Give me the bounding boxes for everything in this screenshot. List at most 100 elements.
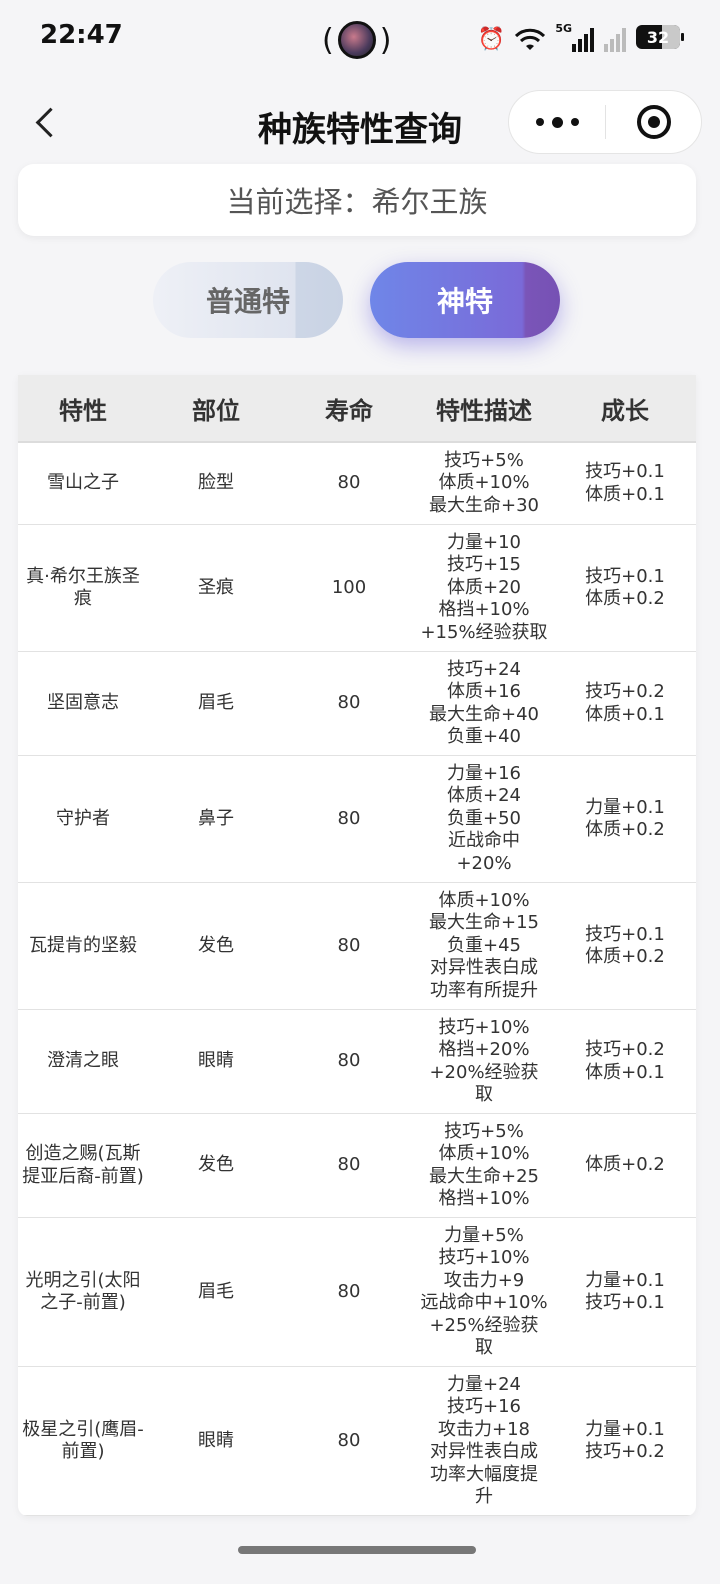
current-selection: 当前选择： 希尔王族 [18,164,696,236]
cell-growth: 技巧+0.2 体质+0.1 [554,1010,696,1113]
table-row[interactable]: 创造之赐(瓦斯提亚后裔-前置) 发色 80 技巧+5% 体质+10% 最大生命+25 格挡+… [18,1114,696,1218]
table-body: 雪山之子 脸型 80 技巧+5% 体质+10% 最大生命+30 技巧+0.1 体质+0.1 真·… [18,443,696,1516]
growth-line: 体质+0.2 [585,819,665,840]
more-button[interactable] [509,91,605,153]
dot-icon [570,118,579,126]
growth-line: 体质+0.1 [585,1061,665,1083]
table-row[interactable]: 光明之引(太阳之子-前置) 眉毛 80 力量+5% 技巧+10% 攻击力+9 远战命中+10… [18,1218,696,1367]
description-line: 力量+10 [447,531,521,553]
cell-description: 力量+24 技巧+16 攻击力+18 对异性表白成 功率大幅度提升 [414,1367,554,1515]
status-bar: 22:47 ( ) ⏰ 5G 32 [0,0,720,80]
growth-line: 力量+0.1 [585,1418,665,1440]
cell-part: 眉毛 [198,1280,234,1302]
table-row[interactable]: 澄清之眼 眼睛 80 技巧+10% 格挡+20% +20%经验获取技巧+0.2 体质+0.1 [18,1010,696,1114]
cell-trait-name: 创造之赐(瓦斯提亚后裔-前置) [22,1143,144,1187]
description-line: 技巧+16 [447,1396,521,1417]
cell-life: 80 [337,692,361,714]
cell-trait-name: 坚固意志 [47,692,119,714]
cell-part: 发色 [198,1154,234,1176]
growth-line: 技巧+0.1 [585,565,665,587]
growth-line: 技巧+0.1 [585,1292,665,1313]
status-time: 22:47 [40,20,123,50]
description-line: 技巧+10% [438,1016,530,1038]
cell-description: 技巧+5% 体质+10% 最大生命+25 格挡+10% [414,1114,554,1217]
description-line: 负重+50 [447,807,521,829]
description-line: 对异性表白成 [430,1441,538,1462]
table-row[interactable]: 坚固意志 眉毛 80 技巧+24 体质+16 最大生命+40 负重+40 技巧+0.2 体质+0… [18,652,696,756]
header-growth: 成长 [601,396,649,425]
signal-5g-icon: 5G [555,22,594,52]
cell-trait-name: 澄清之眼 [47,1050,119,1072]
home-indicator[interactable] [238,1546,476,1554]
wifi-icon [515,22,546,52]
description-line: 技巧+24 [447,658,521,680]
cell-life: 80 [337,934,361,956]
growth-line: 技巧+0.2 [585,1441,665,1462]
cell-trait-name: 真·希尔王族圣痕 [26,565,140,610]
description-line: 格挡+10% [438,1188,530,1209]
cell-growth: 技巧+0.1 体质+0.1 [554,443,696,524]
paren-left: ( [322,22,334,58]
table-row[interactable]: 极星之引(鹰眉-前置) 眼睛 80 力量+24 技巧+16 攻击力+18 对异性表白成 功率大… [18,1367,696,1516]
cell-part: 脸型 [198,472,234,494]
traits-table: 特性 部位 寿命 特性描述 成长 雪山之子 脸型 80 技巧+5% 体质+10% 最大生命… [18,375,696,1516]
tab-normal-trait[interactable]: 普通特 [153,262,343,338]
cell-life: 80 [337,1154,361,1176]
description-line: 远战命中+10% [420,1292,548,1313]
cell-part: 眼睛 [198,1429,234,1451]
growth-line: 体质+0.2 [585,588,665,609]
cell-description: 力量+10 技巧+15 体质+20 格挡+10% +15%经验获取 [414,525,554,651]
description-line: 技巧+5% [444,1120,524,1142]
growth-line: 体质+0.1 [585,703,665,725]
header-trait: 特性 [59,396,107,425]
description-line: 技巧+5% [444,449,524,471]
table-row[interactable]: 瓦提肯的坚毅 发色 80 体质+10% 最大生命+15 负重+45 对异性表白成 功率有所提升… [18,883,696,1010]
cell-growth: 技巧+0.1 体质+0.2 [554,525,696,651]
paren-right: ) [379,22,392,58]
cell-life: 80 [337,1280,361,1302]
description-line: 功率大幅度提 [430,1463,538,1485]
table-row[interactable]: 守护者 鼻子 80 力量+16 体质+24 负重+50 近战命中 +20% 力量+0.1 体质+0… [18,756,696,883]
signal-secondary-icon [604,22,626,52]
screen-recording-indicator: ( ) [322,18,391,62]
cell-growth: 技巧+0.2 体质+0.1 [554,652,696,755]
description-line: 力量+24 [447,1373,521,1395]
status-icons: ⏰ 5G 32 [478,22,684,52]
cell-part: 发色 [198,934,234,956]
description-line: 技巧+15 [447,554,521,576]
cell-description: 技巧+24 体质+16 最大生命+40 负重+40 [414,652,554,755]
dot-icon [535,118,544,126]
description-line: 格挡+10% [438,599,530,621]
description-line: 负重+45 [447,934,521,956]
cell-trait-name: 光明之引(太阳之子-前置) [25,1269,141,1314]
description-line: 最大生命+40 [429,703,539,725]
description-line: 升 [475,1486,493,1507]
description-line: +15%经验获取 [420,621,548,643]
description-line: +20%经验获 [429,1061,539,1083]
table-row[interactable]: 真·希尔王族圣痕 圣痕 100 力量+10 技巧+15 体质+20 格挡+10% +15%经验… [18,525,696,652]
description-line: 最大生命+30 [429,494,539,516]
description-line: 力量+16 [447,762,521,784]
description-line: 体质+24 [447,785,521,807]
cell-part: 鼻子 [198,807,234,829]
description-line: 体质+10% [438,472,530,494]
battery-icon: 32 [636,25,684,49]
cell-description: 体质+10% 最大生命+15 负重+45 对异性表白成 功率有所提升 [414,883,554,1009]
cell-trait-name: 雪山之子 [47,472,119,494]
description-line: 最大生命+15 [429,912,539,934]
tab-divine-trait[interactable]: 神特 [370,262,560,338]
nav-bar: 种族特性查询 [0,88,720,158]
cell-growth: 体质+0.2 [554,1114,696,1217]
selection-label: 当前选择： [226,185,372,219]
description-line: +20% [456,852,512,874]
close-miniprogram-button[interactable] [606,91,701,153]
cell-growth: 技巧+0.1 体质+0.2 [554,883,696,1009]
growth-line: 力量+0.1 [585,796,665,818]
description-line: +25%经验获 [429,1314,539,1336]
table-row[interactable]: 雪山之子 脸型 80 技巧+5% 体质+10% 最大生命+30 技巧+0.1 体质+0.1 [18,443,696,525]
description-line: 对异性表白成 [430,957,538,979]
description-line: 取 [475,1337,493,1358]
header-life: 寿命 [325,396,373,425]
description-line: 功率有所提升 [430,979,538,1001]
target-icon [636,105,671,139]
